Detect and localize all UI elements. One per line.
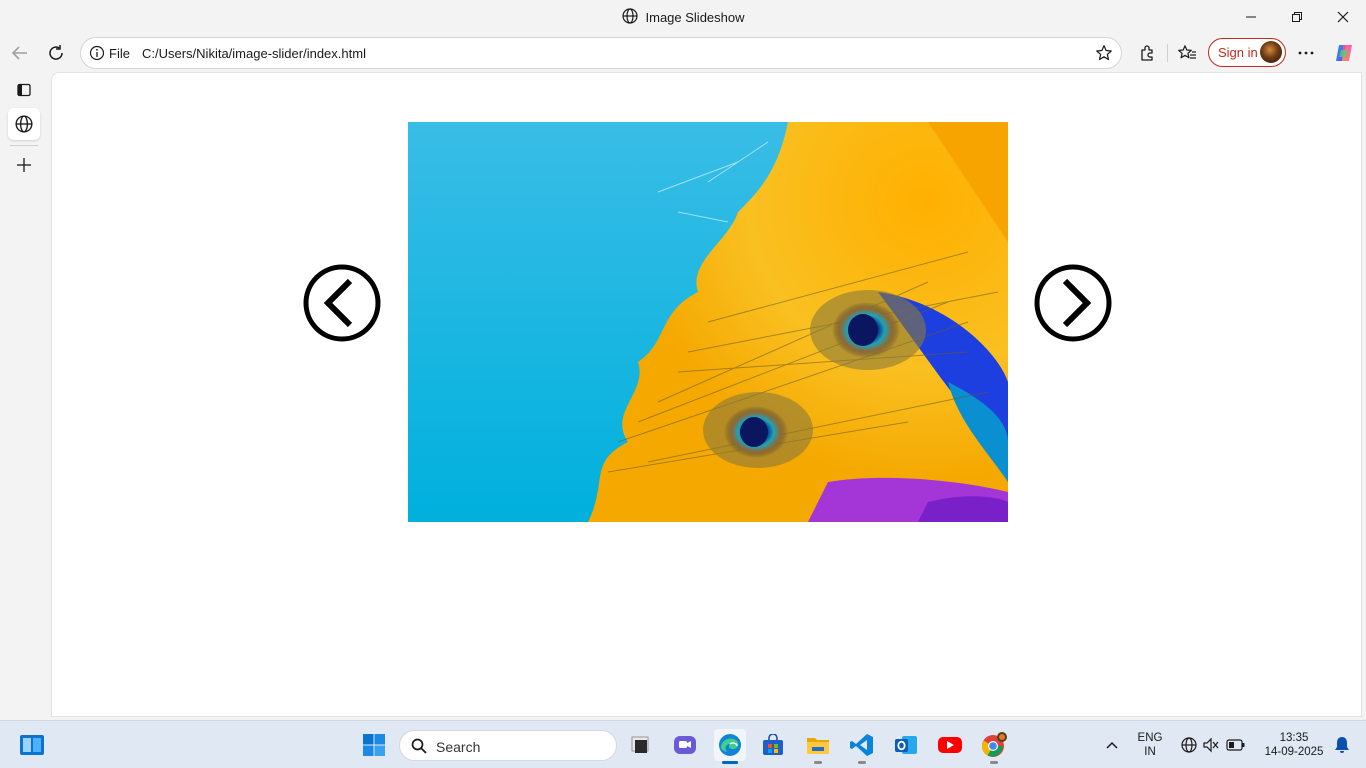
restore-button[interactable]	[1274, 0, 1320, 34]
battery-icon[interactable]	[1220, 729, 1252, 761]
sign-in-button[interactable]: Sign in	[1208, 38, 1286, 67]
slide-image	[408, 122, 1008, 522]
favorites-icon[interactable]	[1172, 38, 1202, 68]
tab-actions-icon[interactable]	[8, 74, 40, 106]
sidebar-divider	[10, 145, 38, 146]
file-explorer-icon[interactable]	[802, 729, 834, 764]
close-button[interactable]	[1320, 0, 1366, 34]
globe-icon	[621, 8, 638, 27]
start-icon[interactable]	[358, 729, 390, 761]
open-app-indicator	[990, 761, 998, 764]
avatar	[1260, 41, 1282, 63]
show-hidden-icons-chevron-up-icon[interactable]	[1096, 729, 1128, 761]
window-title: Image Slideshow	[0, 8, 1366, 27]
search-label: Search	[436, 739, 481, 755]
vertical-tab-sidebar	[0, 72, 50, 720]
clock-date: 14-09-2025	[1264, 746, 1324, 758]
open-app-indicator	[814, 761, 822, 764]
navigation-bar: File C:/Users/Nikita/image-slider/index.…	[0, 34, 1366, 72]
chrome-icon[interactable]	[978, 729, 1010, 764]
address-bar[interactable]: File C:/Users/Nikita/image-slider/index.…	[80, 37, 1122, 69]
extensions-icon[interactable]	[1132, 38, 1162, 68]
title-bar: Image Slideshow	[0, 0, 1366, 34]
chat-icon[interactable]	[669, 729, 701, 761]
scheme-label: File	[109, 46, 130, 61]
page-content	[51, 72, 1362, 717]
clock[interactable]: 13:35 14-09-2025	[1256, 731, 1332, 759]
store-icon[interactable]	[757, 729, 789, 761]
window-title-text: Image Slideshow	[645, 10, 745, 25]
youtube-icon[interactable]	[934, 729, 966, 761]
info-icon[interactable]	[89, 45, 105, 66]
new-tab-plus-icon[interactable]	[8, 149, 40, 181]
chevron-left-circle-icon	[303, 264, 381, 342]
vscode-icon[interactable]	[846, 729, 878, 764]
language-line-1: ENG	[1137, 732, 1163, 744]
back-button[interactable]	[5, 38, 35, 68]
search-icon	[411, 738, 427, 759]
widgets-icon[interactable]	[16, 729, 48, 761]
url-text[interactable]: C:/Users/Nikita/image-slider/index.html	[142, 46, 366, 61]
more-options-icon[interactable]	[1291, 38, 1321, 68]
taskbar-search[interactable]: Search	[399, 730, 617, 761]
outlook-icon[interactable]	[890, 729, 922, 761]
active-app-indicator	[722, 761, 738, 764]
copilot-icon[interactable]	[1329, 38, 1359, 68]
chevron-right-circle-icon	[1034, 264, 1112, 342]
taskbar: Search ENG IN 13:35 14-09-2025	[0, 720, 1366, 768]
clock-time: 13:35	[1279, 732, 1309, 744]
minimize-button[interactable]	[1228, 0, 1274, 34]
peacock-feathers-image	[408, 122, 1008, 522]
task-view-icon[interactable]	[624, 729, 656, 761]
toolbar-divider	[1167, 44, 1168, 62]
open-app-indicator	[858, 761, 866, 764]
previous-slide-button[interactable]	[302, 263, 382, 343]
language-indicator[interactable]: ENG IN	[1132, 731, 1168, 759]
sign-in-label: Sign in	[1218, 45, 1258, 60]
tab-image-slideshow[interactable]	[8, 108, 40, 140]
favorite-star-icon[interactable]	[1095, 44, 1113, 67]
notifications-bell-icon[interactable]	[1326, 729, 1358, 761]
refresh-button[interactable]	[41, 38, 71, 68]
language-line-2: IN	[1144, 746, 1156, 758]
edge-browser-icon[interactable]	[714, 729, 746, 764]
next-slide-button[interactable]	[1033, 263, 1113, 343]
